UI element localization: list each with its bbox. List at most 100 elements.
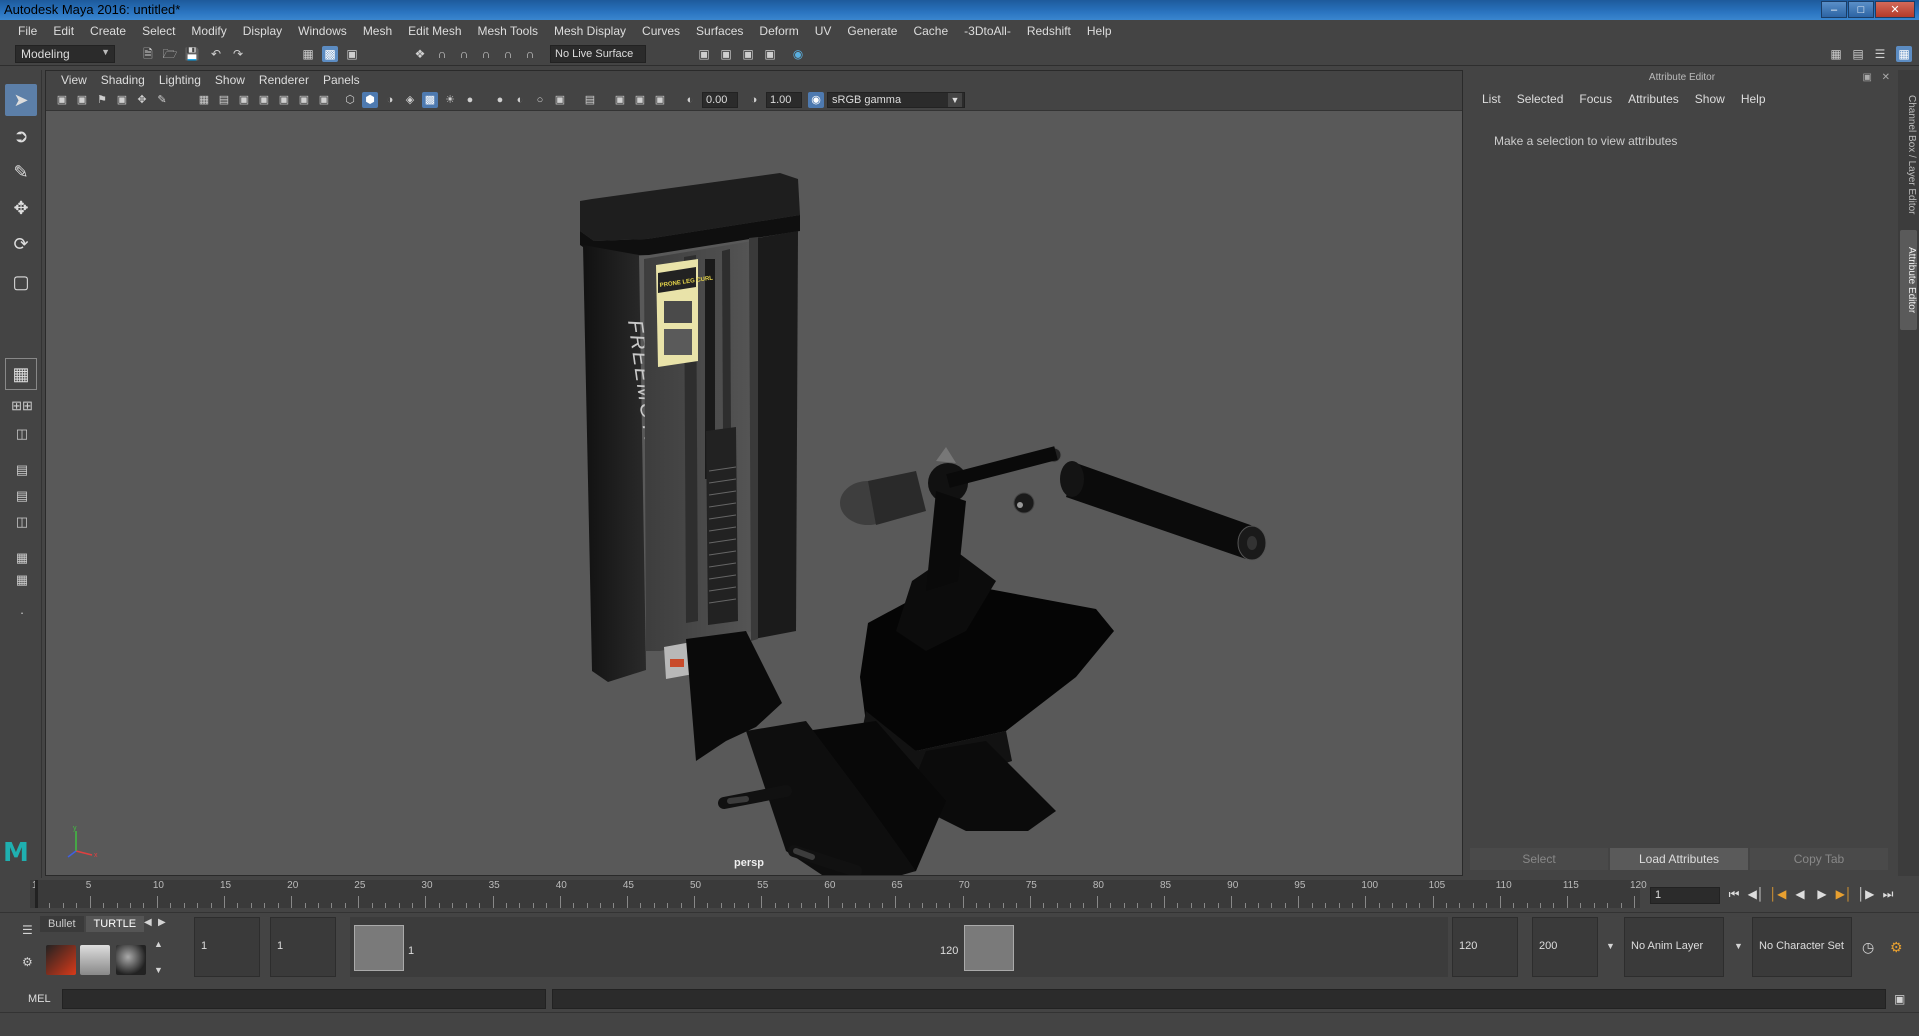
anim-layer-select[interactable]: No Anim Layer <box>1624 917 1724 977</box>
vp-menu-shading[interactable]: Shading <box>94 73 152 87</box>
tab-channel-box[interactable]: Channel Box / Layer Editor <box>1900 80 1917 230</box>
save-scene-icon[interactable]: 💾 <box>184 46 200 62</box>
channel-box-icon[interactable]: ▦ <box>1896 46 1912 62</box>
scene-model[interactable]: FREEMOTION PRONE LEG CURL <box>46 111 1462 875</box>
persp-outliner-icon[interactable]: ▦ <box>8 570 36 590</box>
snap-view-icon[interactable]: ∩ <box>500 46 516 62</box>
vp-menu-lighting[interactable]: Lighting <box>152 73 208 87</box>
color-management-icon[interactable]: ◉ <box>808 92 824 108</box>
camera-icon[interactable]: ▣ <box>54 92 70 108</box>
open-scene-icon[interactable]: 🗁 <box>162 46 178 62</box>
xray-icon[interactable]: ▤ <box>582 92 598 108</box>
smooth-shade-icon[interactable]: ⬢ <box>362 92 378 108</box>
paint-select-icon[interactable]: ✎ <box>5 156 37 188</box>
menu-redshift[interactable]: Redshift <box>1019 24 1079 38</box>
gamma-icon[interactable]: ◑ <box>746 92 762 108</box>
current-time-indicator[interactable] <box>35 880 38 908</box>
menu-deform[interactable]: Deform <box>751 24 806 38</box>
select-component-icon[interactable]: ▣ <box>344 46 360 62</box>
more-layouts-icon[interactable]: · <box>8 602 36 622</box>
lasso-icon[interactable]: ➲ <box>5 120 37 152</box>
outliner-layout-icon[interactable]: ▤ <box>8 460 36 480</box>
select-button[interactable]: Select <box>1470 848 1608 870</box>
range-start-handle[interactable] <box>354 925 404 971</box>
character-set-select[interactable]: No Character Set <box>1752 917 1852 977</box>
xray-joints-icon[interactable]: ▣ <box>612 92 628 108</box>
snap-live-icon[interactable]: ∩ <box>522 46 538 62</box>
menu-mesh-tools[interactable]: Mesh Tools <box>470 24 546 38</box>
command-language-label[interactable]: MEL <box>28 993 51 1005</box>
playback-end-field[interactable]: 120 <box>1452 917 1518 977</box>
turtle-render-icon[interactable] <box>46 945 76 975</box>
hypershade-icon[interactable]: ▣ <box>762 46 778 62</box>
film-gate-icon[interactable]: ▤ <box>216 92 232 108</box>
play-icon[interactable]: ▶ <box>1813 885 1831 903</box>
backface-icon[interactable]: ▣ <box>652 92 668 108</box>
shelf-scroll-up-icon[interactable]: ▲ <box>154 939 163 949</box>
menu-mesh-display[interactable]: Mesh Display <box>546 24 634 38</box>
select-icon[interactable]: ➤ <box>5 84 37 116</box>
layout-icon[interactable]: ◫ <box>8 512 36 532</box>
command-input[interactable] <box>62 989 546 1009</box>
snap-surface-icon[interactable]: ∩ <box>478 46 494 62</box>
graph-layout-icon[interactable]: ▤ <box>8 486 36 506</box>
menu-cache[interactable]: Cache <box>905 24 956 38</box>
copy-tab-button[interactable]: Copy Tab <box>1750 848 1888 870</box>
step-forward-frame-icon[interactable]: ▶│ <box>1835 885 1853 903</box>
tool-settings-icon[interactable]: ☰ <box>1872 46 1888 62</box>
play-back-icon[interactable]: ◀ <box>1791 885 1809 903</box>
snap-point-icon[interactable]: ∩ <box>456 46 472 62</box>
field-chart-icon[interactable]: ▣ <box>276 92 292 108</box>
tab-attribute-editor[interactable]: Attribute Editor <box>1900 230 1917 330</box>
menu-edit-mesh[interactable]: Edit Mesh <box>400 24 469 38</box>
gate-mask-icon[interactable]: ▣ <box>256 92 272 108</box>
resolution-gate-icon[interactable]: ▣ <box>236 92 252 108</box>
vp-menu-show[interactable]: Show <box>208 73 252 87</box>
step-forward-key-icon[interactable]: │▶ <box>1857 885 1875 903</box>
close-icon[interactable]: ✕ <box>1882 72 1890 83</box>
ipr-render-icon[interactable]: ▣ <box>718 46 734 62</box>
shelf-prev-icon[interactable]: ◀ <box>144 917 152 928</box>
auto-key-icon[interactable]: ◷ <box>1862 939 1874 956</box>
time-ruler[interactable]: 1510152025303540455055606570758085909510… <box>30 880 1647 908</box>
four-view-icon[interactable]: ⊞⊞ <box>8 396 36 416</box>
shelf-next-icon[interactable]: ▶ <box>158 917 166 928</box>
close-icon[interactable]: ✕ <box>1875 1 1915 18</box>
select-hierarchy-icon[interactable]: ▦ <box>300 46 316 62</box>
time-slider[interactable]: 1510152025303540455055606570758085909510… <box>0 878 1919 910</box>
live-surface-field[interactable]: No Live Surface <box>550 45 646 63</box>
menu-select[interactable]: Select <box>134 24 183 38</box>
viewport-panel[interactable]: View Shading Lighting Show Renderer Pane… <box>45 70 1463 876</box>
current-frame-field[interactable]: 1 <box>1650 887 1720 904</box>
redo-icon[interactable]: ↷ <box>230 46 246 62</box>
mode-selector[interactable]: Modeling ▼ <box>15 45 115 63</box>
shadows-icon[interactable]: ☀ <box>442 92 458 108</box>
menu-3dtoall[interactable]: -3DtoAll- <box>956 24 1019 38</box>
two-view-icon[interactable]: ◫ <box>8 424 36 444</box>
single-view-icon[interactable]: ▦ <box>5 358 37 390</box>
safe-title-icon[interactable]: ▣ <box>316 92 332 108</box>
chevron-down-icon[interactable]: ▼ <box>1606 941 1615 951</box>
grid-icon[interactable]: ▦ <box>196 92 212 108</box>
attr-menu-selected[interactable]: Selected <box>1509 92 1572 106</box>
rotate-icon[interactable]: ⟳ <box>5 228 37 260</box>
attr-menu-show[interactable]: Show <box>1687 92 1733 106</box>
isolate-select-icon[interactable]: ▣ <box>552 92 568 108</box>
render-frame-icon[interactable]: ▣ <box>696 46 712 62</box>
use-lights-icon[interactable]: ▩ <box>422 92 438 108</box>
range-slider[interactable]: 1 120 <box>350 917 1448 977</box>
step-back-key-icon[interactable]: ◀│ <box>1747 885 1765 903</box>
turtle-sphere-icon[interactable] <box>116 945 146 975</box>
vp-menu-renderer[interactable]: Renderer <box>252 73 316 87</box>
attr-menu-list[interactable]: List <box>1474 92 1509 106</box>
motion-blur-icon[interactable]: ● <box>492 92 508 108</box>
step-back-frame-icon[interactable]: │◀ <box>1769 885 1787 903</box>
move-icon[interactable]: ✥ <box>5 192 37 224</box>
menu-surfaces[interactable]: Surfaces <box>688 24 751 38</box>
outliner-icon[interactable]: ▤ <box>1850 46 1866 62</box>
vp-menu-view[interactable]: View <box>54 73 94 87</box>
start-time-field[interactable]: 1 <box>194 917 260 977</box>
menu-create[interactable]: Create <box>82 24 134 38</box>
anim-prefs-icon[interactable]: ⚙ <box>1890 939 1903 956</box>
scale-icon[interactable]: ▢ <box>5 266 37 298</box>
